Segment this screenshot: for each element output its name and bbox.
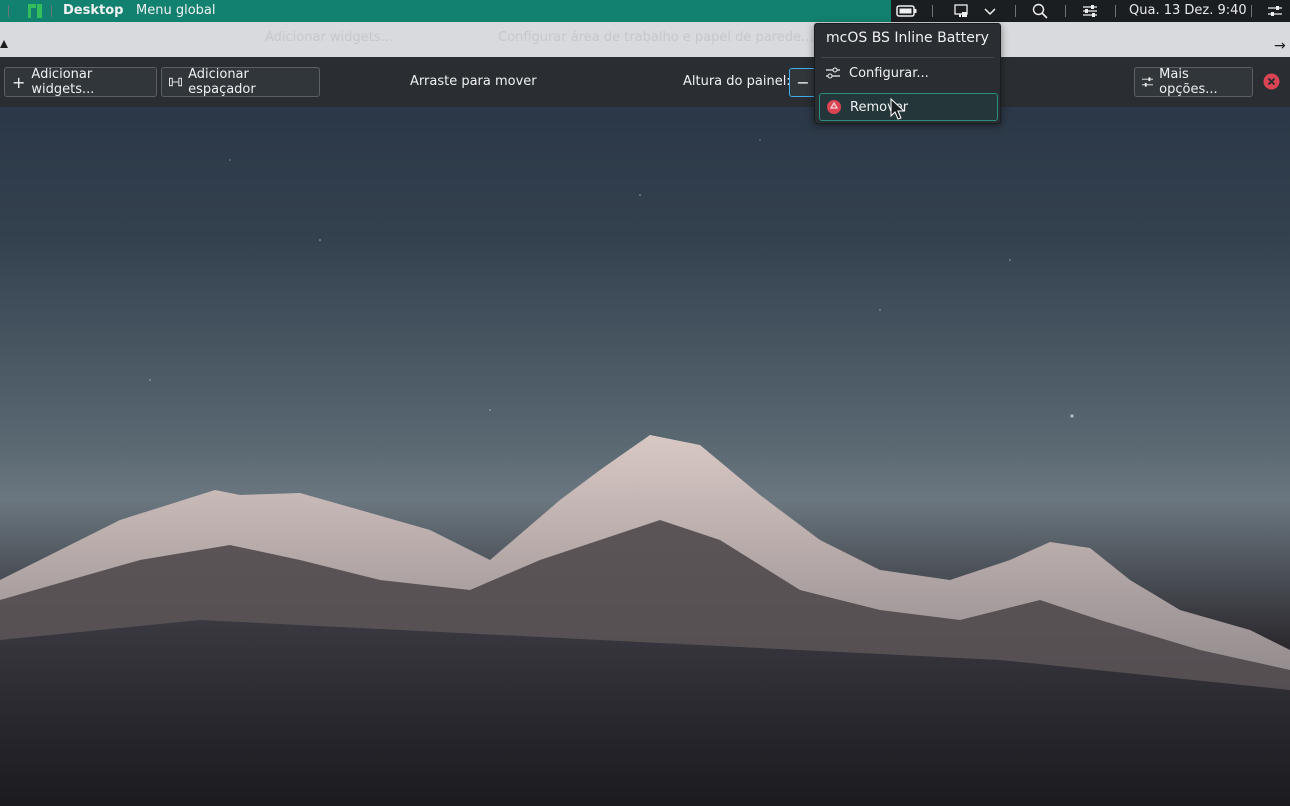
panel-separator xyxy=(932,5,933,17)
search-icon[interactable] xyxy=(1032,3,1048,19)
widget-context-menu: mcOS BS Inline Battery Configurar... Rem… xyxy=(814,23,1001,124)
network-icon[interactable] xyxy=(953,3,969,19)
context-menu-title: mcOS BS Inline Battery xyxy=(826,30,989,46)
ghost-add-widgets: Adicionar widgets... xyxy=(265,30,393,45)
remove-menu-item[interactable]: Remover xyxy=(819,93,998,121)
add-spacer-button[interactable]: Adicionar espaçador xyxy=(161,67,320,97)
configure-icon xyxy=(826,67,840,79)
panel-highlight-middle xyxy=(221,0,891,22)
desktop-wallpaper xyxy=(0,0,1290,806)
drag-to-move-hint[interactable]: Arraste para mover xyxy=(410,74,537,89)
desktop-toolbox-ghost: Adicionar widgets... Configurar área de … xyxy=(0,22,1290,57)
ghost-arrow-right-icon: → xyxy=(1274,38,1286,54)
panel-separator xyxy=(1115,5,1116,17)
controls-icon[interactable] xyxy=(1082,3,1098,19)
more-options-button[interactable]: Mais opções... xyxy=(1134,67,1253,97)
configure-label: Configurar... xyxy=(849,65,929,81)
plus-icon: + xyxy=(12,72,26,92)
global-menu-label[interactable]: Menu global xyxy=(136,3,215,18)
battery-icon[interactable] xyxy=(896,3,918,19)
panel-separator xyxy=(1065,5,1066,17)
context-menu-separator xyxy=(821,57,994,58)
settings-icon[interactable] xyxy=(1267,3,1283,19)
ghost-configure-desktop: Configurar área de trabalho e papel de p… xyxy=(498,30,814,45)
panel-height-decrease-button[interactable]: − xyxy=(789,68,817,97)
active-app-title[interactable]: Desktop xyxy=(63,3,123,18)
panel-clock[interactable]: Qua. 13 Dez. 9:40 xyxy=(1129,3,1247,18)
panel-height-label: Altura do painel: xyxy=(683,74,791,89)
panel-separator xyxy=(8,5,9,17)
remove-recycle-icon xyxy=(827,100,841,114)
top-panel: Desktop Menu global Qua. 13 Dez. 9:40 xyxy=(0,0,1290,22)
mouse-pointer-icon xyxy=(890,98,906,120)
close-edit-mode-icon[interactable] xyxy=(1263,73,1280,90)
panel-separator xyxy=(1251,5,1252,17)
mountain-landscape xyxy=(0,139,1290,806)
add-widgets-label: Adicionar widgets... xyxy=(31,67,95,97)
panel-separator xyxy=(1015,5,1016,17)
panel-edit-toolbar: + Adicionar widgets... Adicionar espaçad… xyxy=(0,57,1290,107)
ghost-arrow-left-icon xyxy=(0,40,8,48)
add-widgets-button[interactable]: + Adicionar widgets... xyxy=(4,67,157,97)
configure-menu-item[interactable]: Configurar... xyxy=(819,59,998,87)
more-options-label: Mais opções... xyxy=(1159,67,1218,97)
add-spacer-label: Adicionar espaçador xyxy=(188,67,256,97)
spacer-icon xyxy=(169,77,183,87)
expand-chevron-icon[interactable] xyxy=(982,3,998,19)
manjaro-logo-icon[interactable] xyxy=(27,3,43,19)
panel-separator xyxy=(51,5,52,17)
options-sliders-icon xyxy=(1142,77,1154,87)
